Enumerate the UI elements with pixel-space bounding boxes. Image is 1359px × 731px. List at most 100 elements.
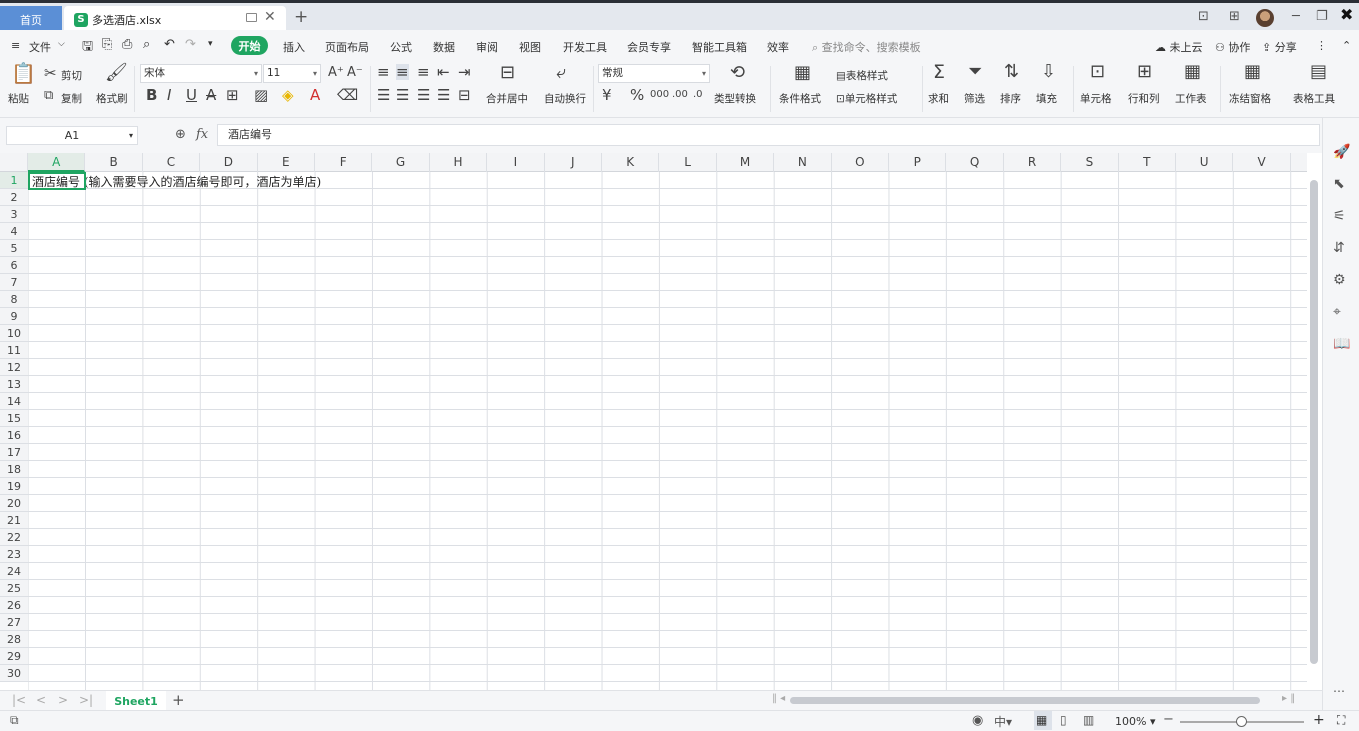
filter-button[interactable]: 筛选 <box>964 91 985 106</box>
paste-icon[interactable]: 📋 <box>11 63 36 83</box>
increase-decimal-icon[interactable]: .00 <box>672 87 688 103</box>
row-header[interactable]: 10 <box>0 325 28 342</box>
window-layout-icon[interactable]: ⊡ <box>1198 9 1209 24</box>
column-header[interactable]: E <box>258 153 315 172</box>
more-menu-icon[interactable]: ⋮ <box>1316 39 1327 52</box>
fx-icon[interactable]: fx <box>196 127 208 142</box>
align-left-icon[interactable]: ☰ <box>377 87 390 103</box>
decrease-font-icon[interactable]: A⁻ <box>347 65 363 81</box>
justify-icon[interactable]: ☰ <box>437 87 450 103</box>
normal-view-icon[interactable]: ▦ <box>1036 713 1047 727</box>
format-painter-button[interactable]: 格式刷 <box>96 91 128 106</box>
column-header[interactable]: O <box>832 153 889 172</box>
column-header[interactable]: R <box>1004 153 1062 172</box>
column-header[interactable]: V <box>1233 153 1291 172</box>
cursor-icon[interactable]: ⬉ <box>1333 176 1345 192</box>
row-header[interactable]: 25 <box>0 580 28 597</box>
new-tab-button[interactable]: + <box>294 7 308 27</box>
paste-button[interactable]: 粘贴 <box>8 91 29 106</box>
indent-decrease-icon[interactable]: ⇤ <box>437 64 450 80</box>
column-header[interactable]: I <box>487 153 545 172</box>
row-header[interactable]: 26 <box>0 597 28 614</box>
decrease-decimal-icon[interactable]: .0 <box>693 87 703 103</box>
indent-increase-icon[interactable]: ⇥ <box>458 64 471 80</box>
file-tab[interactable]: S 多选酒店.xlsx ✕ <box>64 6 286 33</box>
number-format-select[interactable]: 常规 ▾ <box>598 64 710 83</box>
select-all-corner[interactable] <box>0 153 28 172</box>
input-method-icon[interactable]: 中▾ <box>994 713 1012 730</box>
first-sheet-icon[interactable]: |< <box>12 693 26 707</box>
align-middle-icon[interactable]: ≡ <box>396 64 409 80</box>
table-tools-icon[interactable]: ▤ <box>1310 63 1327 81</box>
sort-icon[interactable]: ⇅ <box>1004 63 1019 81</box>
filter-icon[interactable]: ⏷ <box>968 63 982 81</box>
formula-input[interactable]: 酒店编号 <box>217 124 1320 146</box>
merge-center-button[interactable]: 合并居中 <box>486 91 528 106</box>
currency-icon[interactable]: ¥ <box>602 87 612 103</box>
worksheet-icon[interactable]: ▦ <box>1184 63 1201 81</box>
menu-page-layout[interactable]: 页面布局 <box>325 39 369 55</box>
command-search[interactable]: ⌕ 查找命令、搜索模板 <box>812 39 921 55</box>
sheet-tab-sheet1[interactable]: Sheet1 <box>106 691 166 711</box>
row-header[interactable]: 3 <box>0 206 28 223</box>
zoom-out-icon[interactable]: − <box>1163 712 1174 727</box>
underline-icon[interactable]: U <box>186 87 197 103</box>
column-header[interactable]: C <box>143 153 201 172</box>
row-header[interactable]: 18 <box>0 461 28 478</box>
sum-button[interactable]: 求和 <box>928 91 949 106</box>
column-header[interactable]: H <box>430 153 488 172</box>
border-icon[interactable]: ⊞ <box>226 87 239 103</box>
column-header[interactable]: F <box>315 153 373 172</box>
strikethrough-icon[interactable]: A <box>206 87 216 103</box>
column-header[interactable]: P <box>889 153 947 172</box>
row-header[interactable]: 14 <box>0 393 28 410</box>
collab-button[interactable]: ⚇ 协作 <box>1215 39 1250 55</box>
column-header[interactable]: L <box>659 153 717 172</box>
restore-icon[interactable]: ❐ <box>1316 9 1328 24</box>
zoom-in-icon[interactable]: + <box>1313 712 1325 728</box>
align-bottom-icon[interactable]: ≡ <box>417 64 430 80</box>
column-header[interactable]: N <box>774 153 832 172</box>
chevron-down-icon[interactable]: ⌵ <box>58 39 65 49</box>
percent-icon[interactable]: % <box>630 87 644 103</box>
conditional-format-button[interactable]: 条件格式 <box>779 91 821 106</box>
settings-sliders-icon[interactable]: ⚟ <box>1333 208 1346 224</box>
last-sheet-icon[interactable]: >| <box>79 693 93 707</box>
hscroll-split-icon[interactable]: ‖ ◂ <box>772 693 785 704</box>
apps-grid-icon[interactable]: ⊞ <box>1229 9 1240 24</box>
book-icon[interactable]: 📖 <box>1333 336 1350 352</box>
align-top-icon[interactable]: ≡ <box>377 64 390 80</box>
zoom-slider-thumb[interactable] <box>1236 716 1247 727</box>
fill-color-icon[interactable]: ◈ <box>282 87 294 103</box>
column-header[interactable]: A <box>28 153 86 172</box>
worksheet-button[interactable]: 工作表 <box>1175 91 1207 106</box>
close-window-icon[interactable]: ✖ <box>1340 5 1353 24</box>
column-header[interactable]: U <box>1176 153 1234 172</box>
conditional-format-icon[interactable]: ▦ <box>794 64 811 82</box>
menu-smart-toolbox[interactable]: 智能工具箱 <box>692 39 747 55</box>
cell-icon[interactable]: ⊡ <box>1090 63 1105 81</box>
save-icon[interactable]: 🖫 <box>82 37 93 59</box>
column-header[interactable]: K <box>602 153 660 172</box>
row-header[interactable]: 2 <box>0 189 28 206</box>
home-tab[interactable]: 首页 <box>0 6 62 33</box>
column-header[interactable]: Q <box>946 153 1004 172</box>
column-header[interactable]: T <box>1119 153 1176 172</box>
fill-button[interactable]: 填充 <box>1036 91 1057 106</box>
row-header[interactable]: 21 <box>0 512 28 529</box>
row-header[interactable]: 24 <box>0 563 28 580</box>
cell-button[interactable]: 单元格 <box>1080 91 1112 106</box>
vertical-scrollbar[interactable] <box>1310 180 1318 664</box>
page-break-icon[interactable]: ▥ <box>1083 713 1094 727</box>
cut-icon[interactable]: ✂ <box>44 65 57 81</box>
spreadsheet-grid[interactable]: ABCDEFGHIJKLMNOPQRSTUV 1 2 3 4 5 6 7 8 9 10 11 12 13… <box>0 153 1307 690</box>
sum-icon[interactable]: Σ <box>933 63 945 82</box>
column-header[interactable]: D <box>200 153 258 172</box>
type-convert-button[interactable]: 类型转换 <box>714 91 756 106</box>
auto-wrap-button[interactable]: 自动换行 <box>544 91 586 106</box>
export-icon[interactable]: ⎘ <box>102 37 112 52</box>
row-col-button[interactable]: 行和列 <box>1128 91 1160 106</box>
menu-developer[interactable]: 开发工具 <box>563 39 607 55</box>
hscroll-right-icon[interactable]: ▸ ‖ <box>1282 693 1295 704</box>
row-header[interactable]: 4 <box>0 223 28 240</box>
